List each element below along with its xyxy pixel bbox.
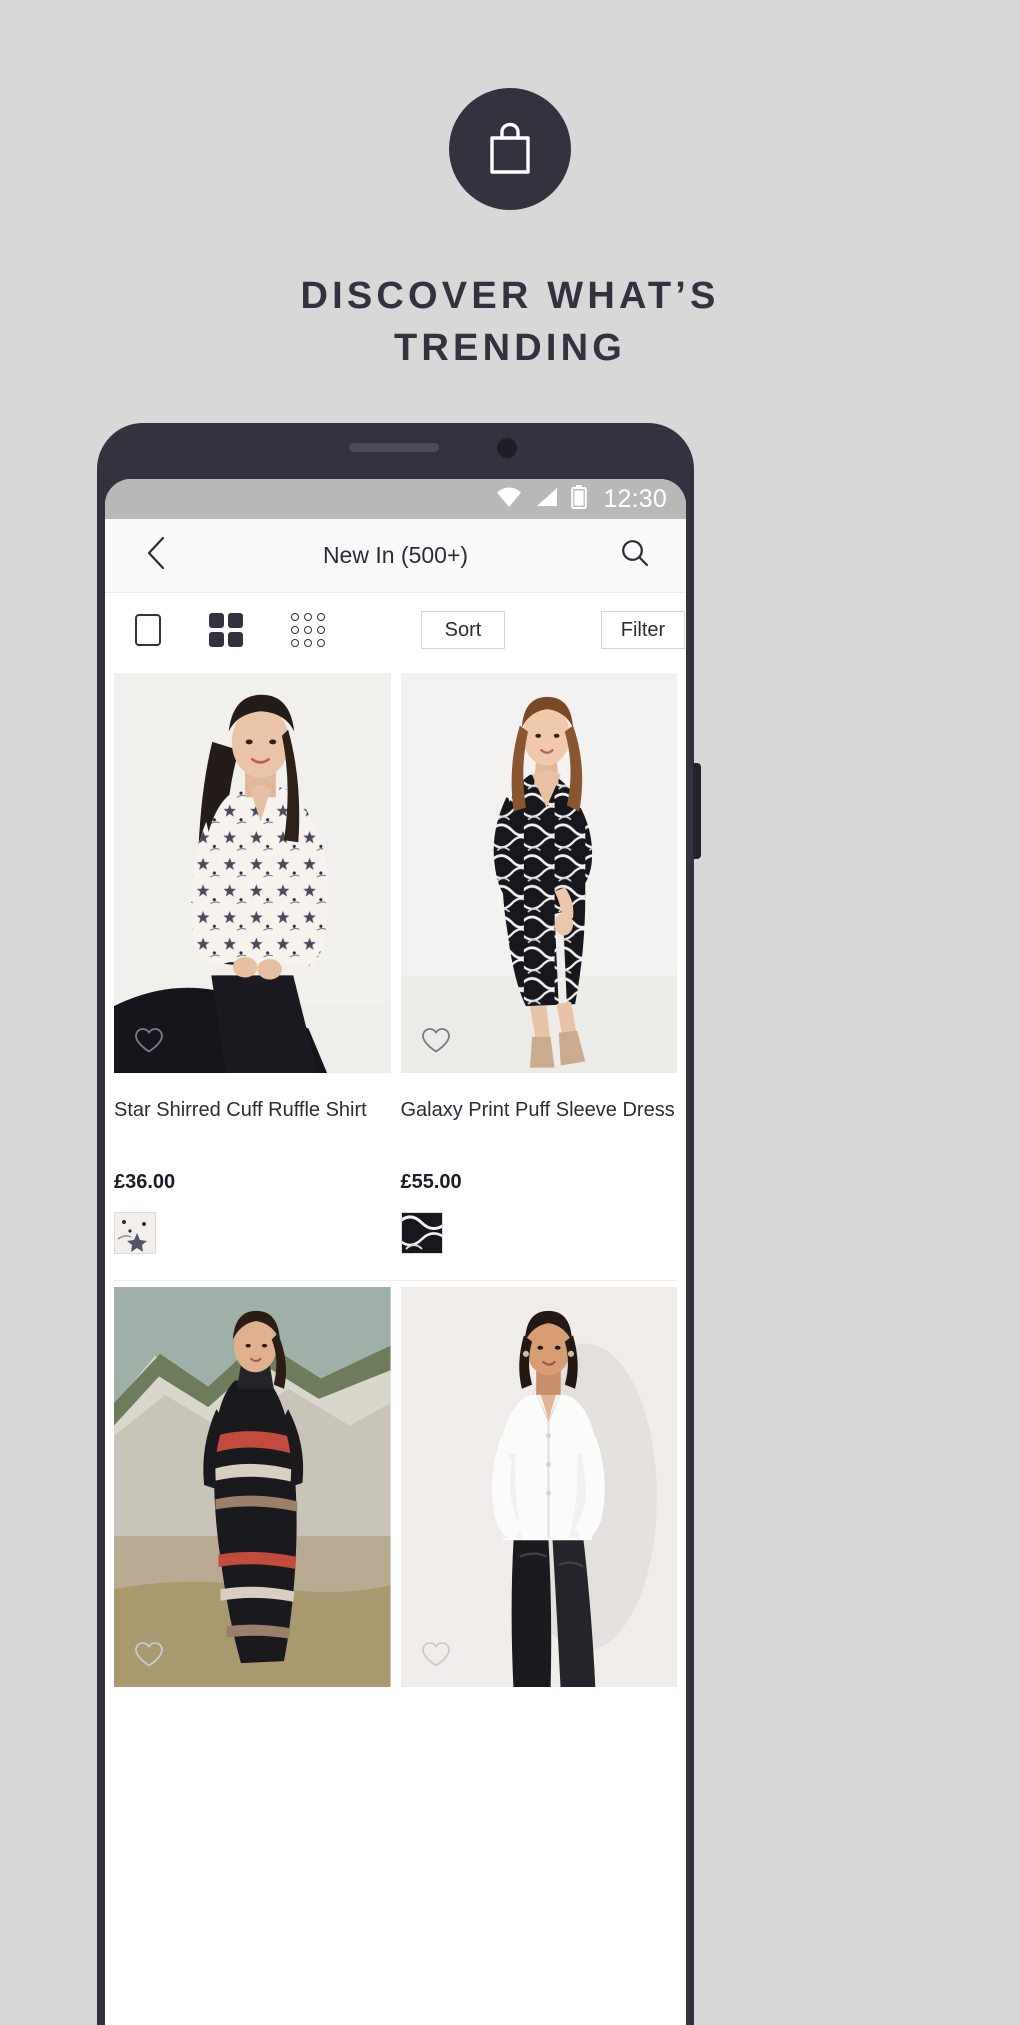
colour-swatch[interactable] (114, 1212, 156, 1254)
status-bar: 12:30 (105, 479, 686, 519)
heart-outline-icon (134, 1027, 164, 1054)
view-and-filter-toolbar: Sort Filter (105, 593, 686, 667)
product-card[interactable] (400, 1287, 678, 1741)
product-image[interactable] (400, 1287, 677, 1687)
favourite-button[interactable] (413, 1017, 459, 1063)
product-card[interactable]: Star Shirred Cuff Ruffle Shirt £36.00 (114, 673, 391, 1280)
product-title (401, 1711, 678, 1741)
colour-swatch-row (114, 1212, 391, 1280)
colour-swatch[interactable] (400, 1212, 443, 1254)
favourite-button[interactable] (126, 1631, 172, 1677)
cellular-signal-icon (535, 486, 559, 513)
product-price: £36.00 (114, 1171, 176, 1193)
heart-outline-icon (134, 1641, 164, 1668)
dots-3x3-icon (291, 613, 325, 647)
search-button[interactable] (618, 539, 652, 573)
single-rect-icon (135, 614, 161, 646)
sort-button[interactable]: Sort (421, 611, 505, 649)
phone-screen: 12:30 New In (500+) Sort Filter Star Shi… (105, 479, 686, 2025)
compact-view-toggle[interactable] (291, 609, 325, 651)
heart-outline-icon (421, 1641, 451, 1668)
colour-swatch-row (400, 1212, 678, 1280)
wifi-icon (495, 486, 523, 513)
product-image[interactable] (400, 673, 677, 1073)
promo-headline-line-2: TRENDING (393, 327, 627, 369)
promo-headline: DISCOVER WHAT’S TRENDING (300, 270, 719, 374)
grid-row-divider (114, 1280, 677, 1281)
front-camera (497, 438, 517, 458)
search-icon (620, 538, 650, 573)
two-column-view-toggle[interactable] (209, 609, 243, 651)
app-logo (449, 88, 571, 210)
battery-icon (571, 484, 588, 514)
filter-button[interactable]: Filter (601, 611, 685, 649)
product-grid: Star Shirred Cuff Ruffle Shirt £36.00 Ga… (105, 667, 686, 1741)
product-title: Galaxy Print Puff Sleeve Dress (400, 1099, 675, 1121)
phone-top-bezel (97, 423, 694, 479)
product-price: £55.00 (400, 1171, 462, 1193)
promo-banner: DISCOVER WHAT’S TRENDING (0, 0, 1020, 430)
app-header: New In (500+) (105, 519, 686, 593)
phone-device-frame: 12:30 New In (500+) Sort Filter Star Shi… (97, 423, 701, 2025)
product-card[interactable] (114, 1287, 391, 1741)
product-image[interactable] (114, 1287, 391, 1687)
favourite-button[interactable] (126, 1017, 172, 1063)
grid-2x2-icon (209, 613, 243, 647)
promo-headline-line-1: DISCOVER WHAT’S (300, 275, 720, 317)
favourite-button[interactable] (413, 1631, 459, 1677)
product-card[interactable]: Galaxy Print Puff Sleeve Dress £55.00 (400, 673, 678, 1280)
heart-outline-icon (421, 1027, 451, 1054)
earpiece-speaker (349, 443, 439, 452)
page-title: New In (500+) (322, 542, 469, 568)
shopping-bag-icon (484, 120, 536, 178)
single-column-view-toggle[interactable] (135, 609, 161, 651)
product-image[interactable] (114, 673, 391, 1073)
product-title (114, 1711, 391, 1741)
status-bar-time: 12:30 (603, 484, 667, 513)
power-button[interactable] (693, 763, 701, 859)
product-title: Star Shirred Cuff Ruffle Shirt (114, 1099, 367, 1121)
